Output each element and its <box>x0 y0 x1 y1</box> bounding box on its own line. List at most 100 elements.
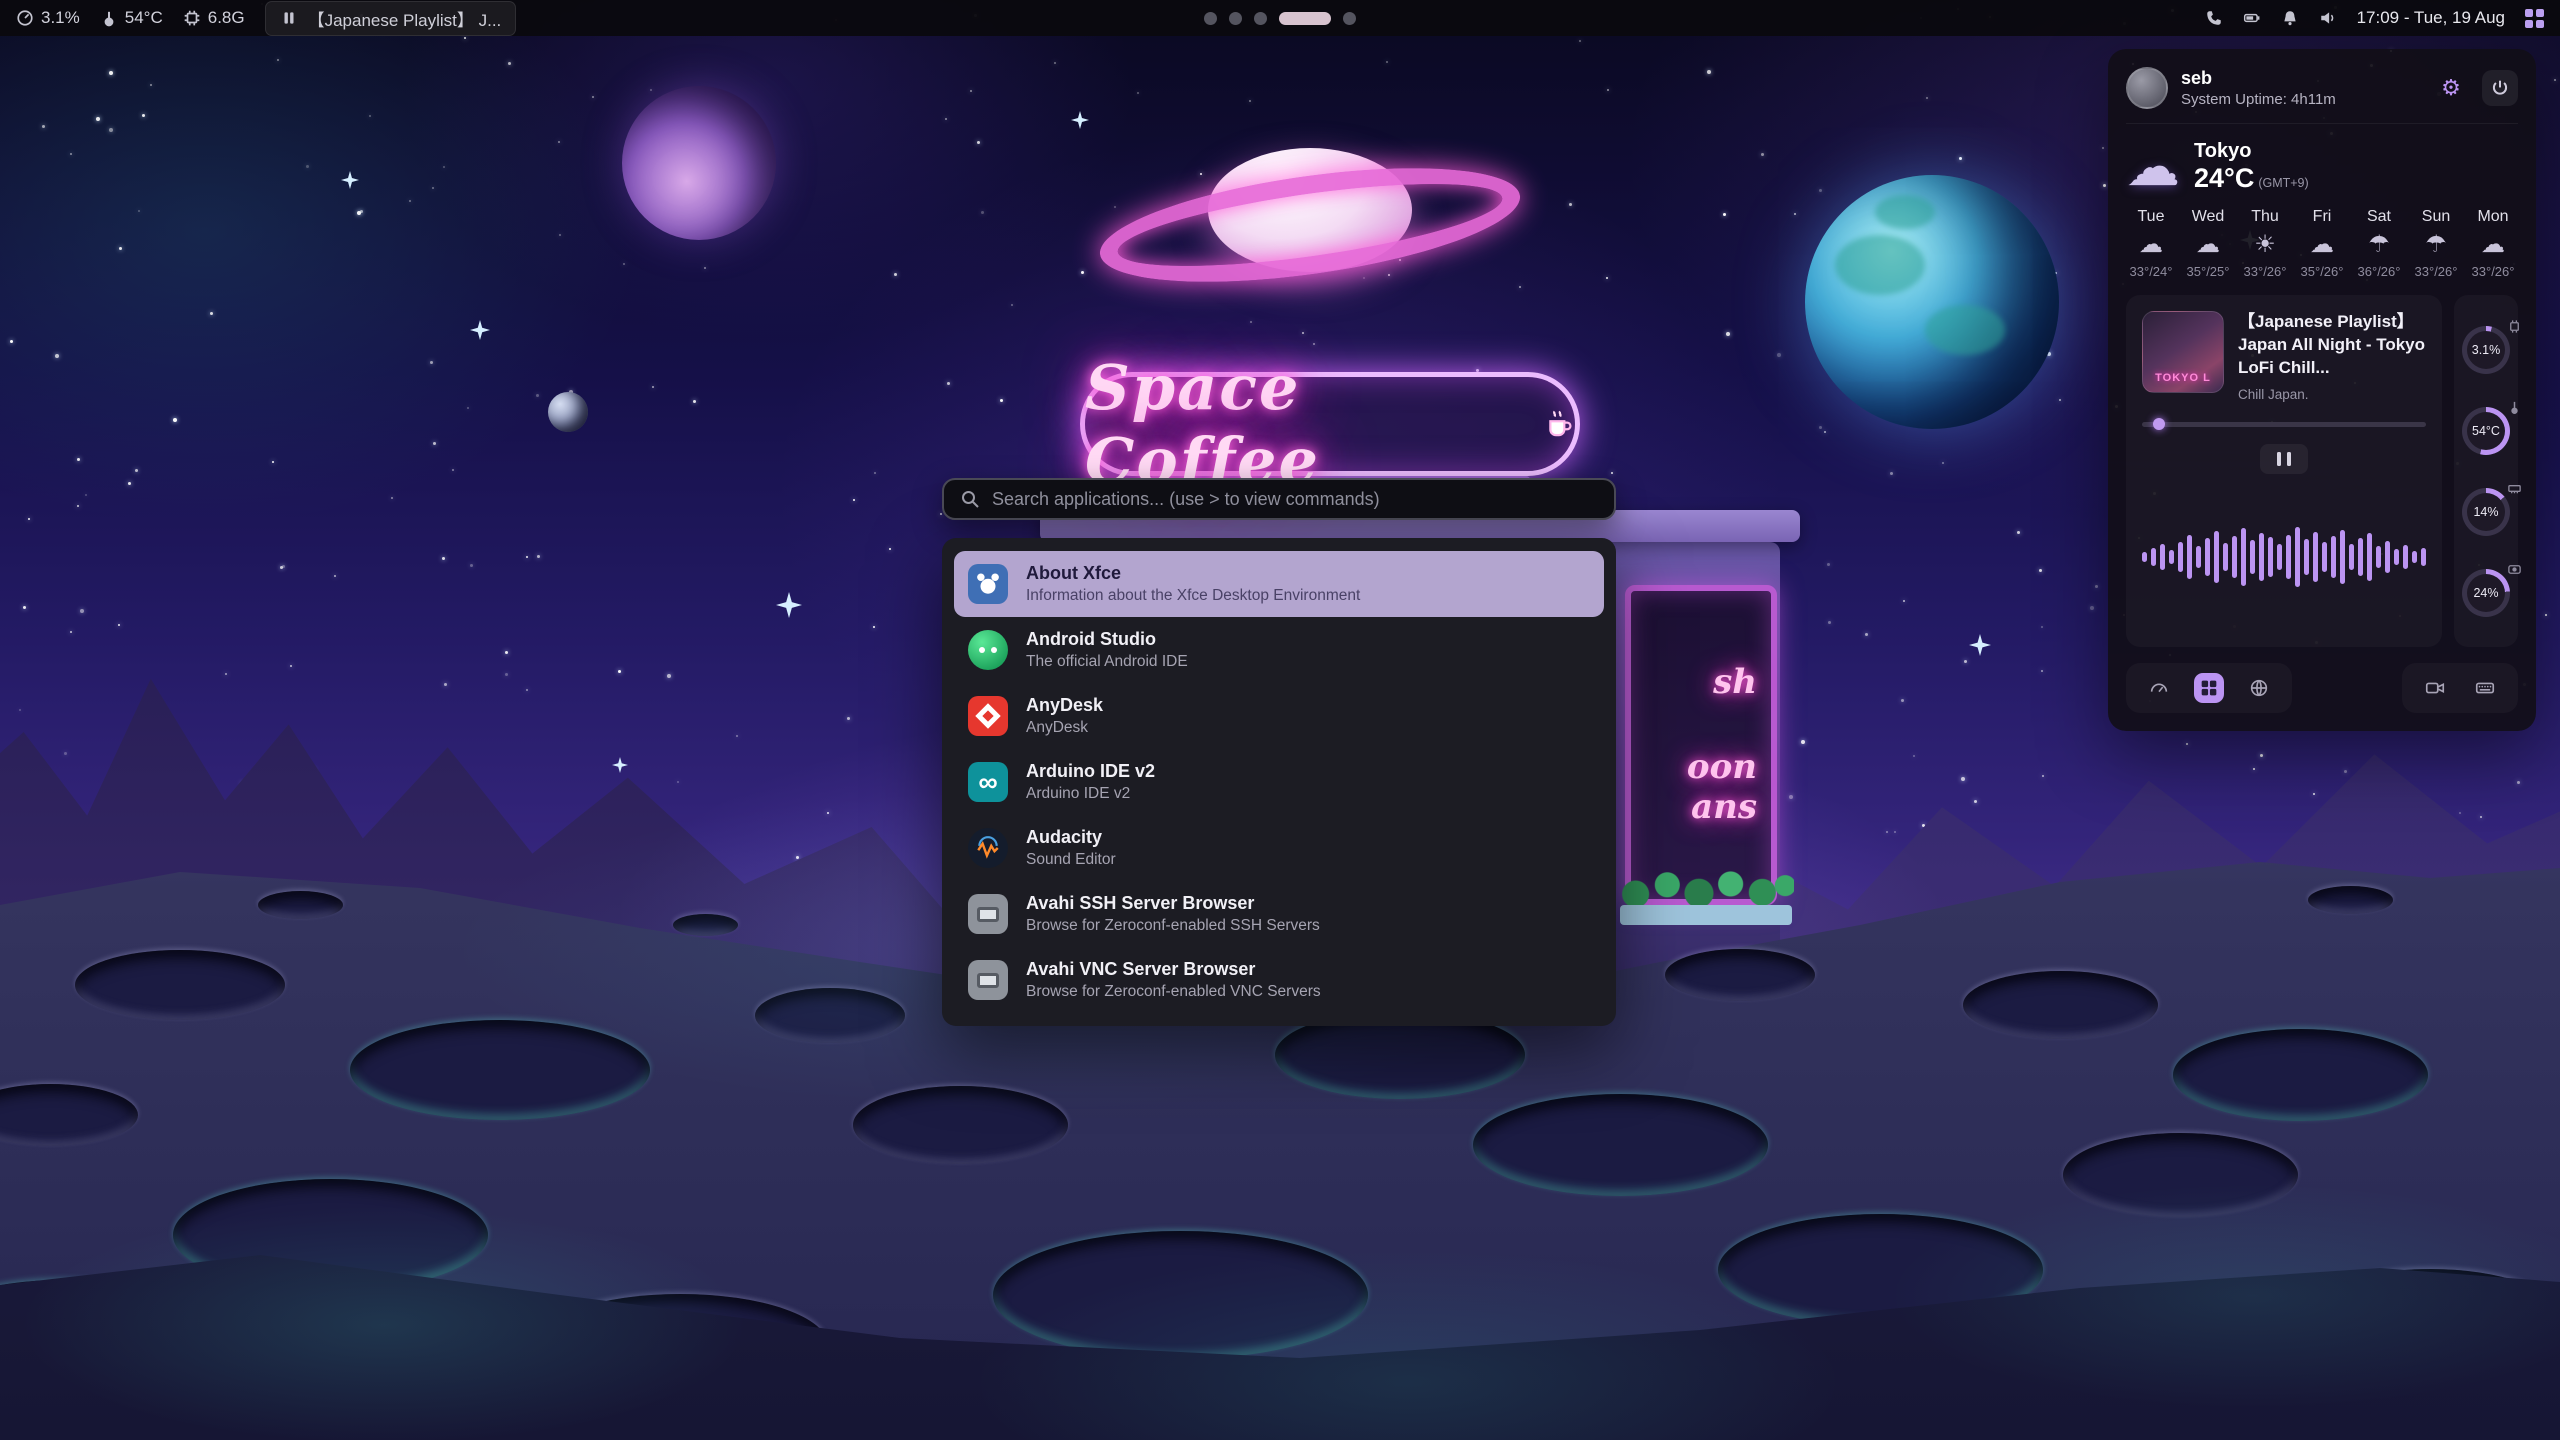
cpu-value: 3.1% <box>41 8 80 28</box>
system-uptime: System Uptime: 4h11m <box>2181 91 2336 108</box>
workspace-dot[interactable] <box>1343 12 1356 25</box>
globe-icon <box>2248 677 2270 699</box>
app-description: Arduino IDE v2 <box>1026 785 1155 803</box>
anydesk-icon <box>968 696 1008 736</box>
network-globe-button[interactable] <box>2244 673 2274 703</box>
gear-icon: ⚙ <box>2441 77 2461 99</box>
phone-icon[interactable] <box>2205 9 2223 27</box>
user-name: seb <box>2181 68 2336 89</box>
app-description: Browse for Zeroconf-enabled SSH Servers <box>1026 917 1320 935</box>
cloud-icon: ☁ <box>2139 233 2163 257</box>
stats-button[interactable] <box>2144 673 2174 703</box>
memory-gauge: 14% <box>2462 488 2510 536</box>
progress-track <box>2142 422 2426 427</box>
launcher-searchbar[interactable] <box>942 478 1616 520</box>
sun-icon: ☀ <box>2254 233 2276 257</box>
album-art-label: TOKYO L <box>2155 372 2211 384</box>
pause-button[interactable] <box>2260 444 2308 474</box>
workspace-dot[interactable] <box>1229 12 1242 25</box>
forecast-day: Sun☂33°/26° <box>2411 208 2461 279</box>
workspace-dot[interactable] <box>1204 12 1217 25</box>
keyboard-button[interactable] <box>2470 673 2500 703</box>
temp-value: 54°C <box>125 8 163 28</box>
launcher-result-row[interactable]: About Xfce Information about the Xfce De… <box>954 551 1604 617</box>
cpu-gauge: 3.1% <box>2462 326 2510 374</box>
user-section: seb System Uptime: 4h11m ⚙ <box>2126 67 2518 124</box>
app-description: Browse for Zeroconf-enabled VNC Servers <box>1026 983 1321 1001</box>
app-description: Information about the Xfce Desktop Envir… <box>1026 587 1360 605</box>
keyboard-icon <box>2474 677 2496 699</box>
xfce-app-icon <box>968 564 1008 604</box>
launcher-results: About Xfce Information about the Xfce De… <box>942 538 1616 1026</box>
workspace-active-pill[interactable] <box>1279 12 1331 25</box>
app-description: The official Android IDE <box>1026 653 1188 671</box>
battery-icon[interactable] <box>2243 9 2261 27</box>
launcher-result-row[interactable]: AnyDesk AnyDesk <box>954 683 1604 749</box>
settings-button[interactable]: ⚙ <box>2433 70 2469 106</box>
pause-icon <box>2287 452 2291 466</box>
topbar-media-chip[interactable]: 【Japanese Playlist】 J... <box>265 1 517 36</box>
search-icon <box>960 489 980 509</box>
media-section: TOKYO L 【Japanese Playlist】 Japan All Ni… <box>2126 295 2518 647</box>
speedometer-icon <box>2148 677 2170 699</box>
launcher-result-row[interactable]: Avahi SSH Server Browser Browse for Zero… <box>954 881 1604 947</box>
workspace-dot[interactable] <box>1254 12 1267 25</box>
memory-chip-icon <box>183 9 201 27</box>
widgets-button[interactable] <box>2194 673 2224 703</box>
app-launcher: About Xfce Information about the Xfce De… <box>942 478 1616 1026</box>
weather-widget: ☁ Tokyo 24°C(GMT+9) Tue☁33°/24° Wed☁35°/… <box>2126 140 2518 279</box>
clock[interactable]: 17:09 - Tue, 19 Aug <box>2357 8 2505 28</box>
search-input[interactable] <box>992 489 1598 510</box>
avahi-ssh-icon <box>968 894 1008 934</box>
launcher-result-row[interactable]: Android Studio The official Android IDE <box>954 617 1604 683</box>
pause-icon <box>280 9 298 27</box>
screencast-button[interactable] <box>2420 673 2450 703</box>
cloud-icon: ☁ <box>2310 233 2334 257</box>
forecast-day: Tue☁33°/24° <box>2126 208 2176 279</box>
forecast-day: Sat☂36°/26° <box>2354 208 2404 279</box>
weather-timezone: (GMT+9) <box>2258 176 2308 190</box>
temperature-gauge: 54°C <box>2462 407 2510 455</box>
media-progress-bar[interactable] <box>2142 418 2426 430</box>
volume-icon[interactable] <box>2319 9 2337 27</box>
media-player-card: TOKYO L 【Japanese Playlist】 Japan All Ni… <box>2126 295 2442 647</box>
power-button[interactable] <box>2482 70 2518 106</box>
disk-icon <box>2507 562 2522 577</box>
launcher-result-row[interactable]: Avahi VNC Server Browser Browse for Zero… <box>954 947 1604 1013</box>
app-name: AnyDesk <box>1026 695 1103 716</box>
quick-actions <box>2126 663 2518 713</box>
app-name: Audacity <box>1026 827 1116 848</box>
track-subtitle: Chill Japan. <box>2238 387 2426 402</box>
right-action-group <box>2402 663 2518 713</box>
launcher-result-row[interactable]: ∞ Arduino IDE v2 Arduino IDE v2 <box>954 749 1604 815</box>
apps-grid-icon[interactable] <box>2525 9 2544 28</box>
disk-gauge: 24% <box>2462 569 2510 617</box>
app-description: Sound Editor <box>1026 851 1116 869</box>
desktop: Space Coffee sh oon ans 3.1% <box>0 0 2560 1440</box>
avahi-vnc-icon <box>968 960 1008 1000</box>
forecast-day: Fri☁35°/26° <box>2297 208 2347 279</box>
temp-stat: 54°C <box>100 8 163 28</box>
cloud-icon: ☁ <box>2196 233 2220 257</box>
rain-icon: ☂ <box>2425 233 2447 257</box>
workspace-indicator[interactable] <box>1204 0 1356 36</box>
forecast-day: Wed☁35°/25° <box>2183 208 2233 279</box>
left-action-group <box>2126 663 2292 713</box>
memory-stat: 6.8G <box>183 8 245 28</box>
weather-temp: 24°C <box>2194 163 2254 193</box>
progress-thumb[interactable] <box>2153 418 2165 430</box>
cpu-chip-icon <box>2507 319 2522 334</box>
thermometer-icon <box>2507 400 2522 415</box>
bell-icon[interactable] <box>2281 9 2299 27</box>
arduino-icon: ∞ <box>968 762 1008 802</box>
forecast-day: Thu☀33°/26° <box>2240 208 2290 279</box>
audacity-icon <box>968 828 1008 868</box>
avatar <box>2126 67 2168 109</box>
widgets-grid-icon <box>2198 677 2220 699</box>
thermometer-icon <box>100 9 118 27</box>
launcher-result-row[interactable]: Audacity Sound Editor <box>954 815 1604 881</box>
app-name: About Xfce <box>1026 563 1360 584</box>
weather-cloud-icon: ☁ <box>2126 140 2180 194</box>
top-panel: 3.1% 54°C 6.8G 【Japanese Playlist】 J... <box>0 0 2560 36</box>
album-art: TOKYO L <box>2142 311 2224 393</box>
